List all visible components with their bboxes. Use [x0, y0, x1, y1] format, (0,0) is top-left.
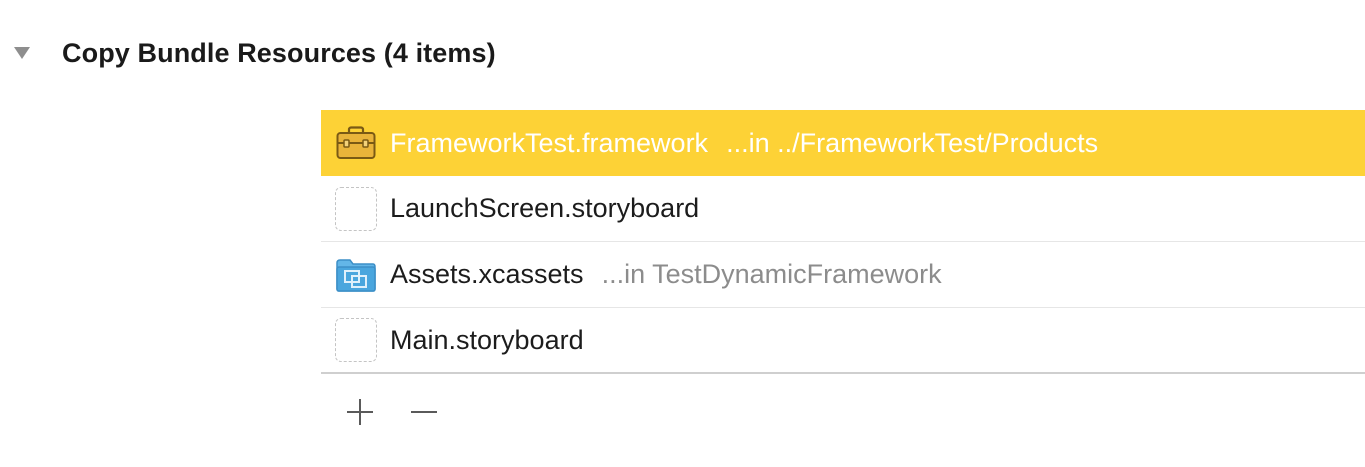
file-location: ...in TestDynamicFramework	[601, 259, 942, 289]
storyboard-placeholder-icon	[332, 185, 380, 233]
framework-toolbox-icon	[332, 119, 380, 167]
file-name: Main.storyboard	[390, 324, 584, 355]
file-name: Assets.xcassets	[390, 259, 584, 289]
section-header: Copy Bundle Resources (4 items)	[14, 30, 496, 76]
file-name: FrameworkTest.framework	[390, 127, 709, 158]
storyboard-placeholder-icon	[332, 316, 380, 364]
file-row-frameworktest[interactable]: FrameworkTest.framework ...in ../Framewo…	[321, 110, 1365, 176]
file-row-main-storyboard[interactable]: Main.storyboard	[321, 308, 1365, 374]
remove-file-button[interactable]	[404, 392, 444, 432]
file-row-assets[interactable]: Assets.xcassets ...in TestDynamicFramewo…	[321, 242, 1365, 308]
add-file-button[interactable]	[340, 392, 380, 432]
file-name: LaunchScreen.storyboard	[390, 193, 700, 223]
section-title: Copy Bundle Resources (4 items)	[62, 37, 496, 68]
file-row-launchscreen[interactable]: LaunchScreen.storyboard	[321, 176, 1365, 242]
build-phase-panel: Copy Bundle Resources (4 items) Framewor…	[0, 0, 1365, 467]
file-location: ...in ../FrameworkTest/Products	[726, 127, 1099, 158]
file-list: FrameworkTest.framework ...in ../Framewo…	[321, 110, 1365, 374]
plus-icon	[347, 399, 373, 425]
disclosure-triangle-icon[interactable]	[14, 47, 30, 59]
asset-catalog-folder-icon	[332, 251, 380, 299]
file-list-toolbar	[340, 392, 468, 432]
minus-icon	[411, 411, 437, 413]
